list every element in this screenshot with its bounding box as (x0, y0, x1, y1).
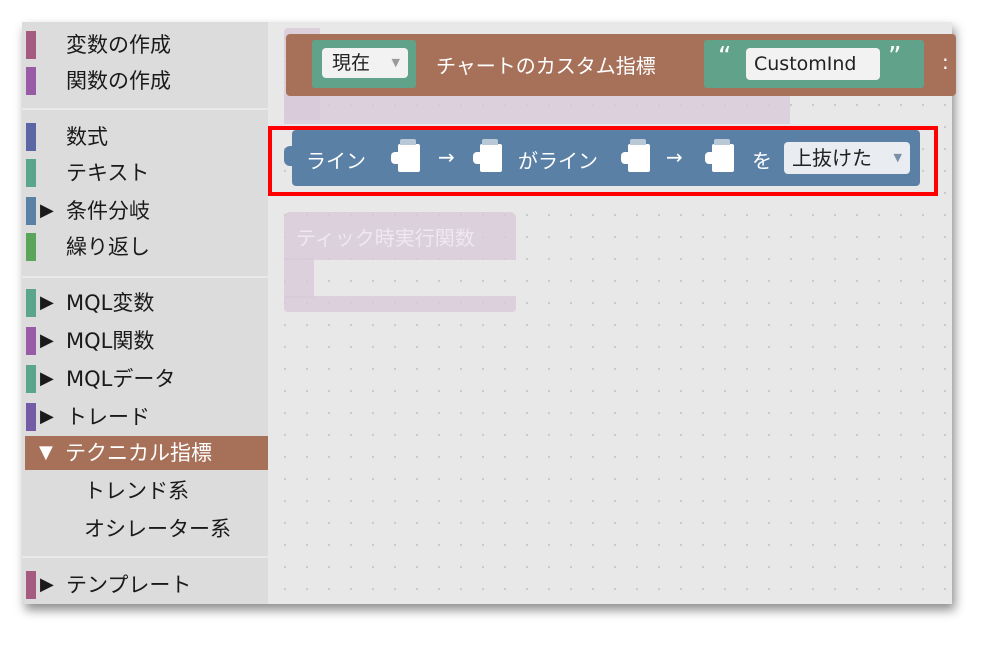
scope-value: 現在 (332, 52, 371, 74)
category-color-bar (26, 289, 36, 317)
toolbox-separator (22, 108, 268, 110)
toolbox-item[interactable]: トレンド系 (22, 474, 268, 508)
toolbox-item[interactable]: ▶ トレード (22, 400, 268, 434)
category-color-bar (26, 365, 36, 393)
indicator-name-value: CustomInd (754, 53, 857, 75)
custom-indicator-label: チャートのカスタム指標 (436, 54, 656, 78)
toolbox-item-label: オシレーター系 (84, 517, 231, 541)
scope-dropdown[interactable]: 現在 ▼ (322, 48, 408, 78)
toolbox-item-label: テキスト (66, 161, 150, 185)
toolbox-item-label: 条件分岐 (66, 199, 150, 223)
toolbox-item-label: MQLデータ (66, 367, 176, 391)
toolbox-item-label: MQL変数 (66, 291, 155, 315)
collapsed-arrow-icon: ▶ (40, 368, 54, 389)
category-color-bar (26, 123, 36, 151)
toolbox-item-label: 数式 (66, 125, 108, 149)
toolbox-item-label: テクニカル指標 (65, 441, 212, 465)
toolbox-item-label: MQL関数 (66, 329, 155, 353)
toolbox-item[interactable]: ▶ MQL関数 (22, 324, 268, 358)
close-quote-icon: ” (888, 42, 902, 72)
collapsed-arrow-icon: ▶ (40, 330, 54, 351)
collapsed-arrow-icon: ▶ (40, 200, 54, 221)
ghost-tick-block-side (284, 258, 314, 298)
toolbox-item-label: テンプレート (66, 573, 192, 597)
toolbox-item-label: トレード (66, 405, 150, 429)
expanded-arrow-icon: ▼ (39, 442, 53, 463)
toolbox-item[interactable]: 関数の作成 (22, 64, 268, 98)
dropdown-arrow-icon: ▼ (391, 56, 400, 69)
toolbox-item-label: 繰り返し (66, 235, 150, 259)
toolbox-item[interactable]: 繰り返し (22, 230, 268, 264)
category-color-bar (26, 31, 36, 59)
ghost-tick-block-footer (284, 296, 516, 312)
toolbox-item[interactable]: ▶ 条件分岐 (22, 194, 268, 228)
collapsed-arrow-icon: ▶ (40, 574, 54, 595)
toolbox-item[interactable]: 数式 (22, 120, 268, 154)
toolbox-item[interactable]: 変数の作成 (22, 28, 268, 62)
ghost-block-bottom (284, 94, 790, 124)
toolbox-item[interactable]: ▶ MQLデータ (22, 362, 268, 396)
category-color-bar (26, 571, 36, 599)
category-color-bar (26, 233, 36, 261)
toolbox-separator (22, 276, 268, 278)
category-color-bar (26, 197, 36, 225)
category-color-bar (26, 67, 36, 95)
toolbox-item[interactable]: オシレーター系 (22, 512, 268, 546)
toolbox-item[interactable]: ▼ テクニカル指標 (25, 436, 268, 470)
indicator-name-field[interactable]: CustomInd (746, 48, 880, 80)
toolbox-separator (22, 556, 268, 558)
toolbox-item[interactable]: ▶ テンプレート (22, 568, 268, 602)
toolbox-item[interactable]: テキスト (22, 156, 268, 190)
category-color-bar (26, 403, 36, 431)
toolbox-item-label: トレンド系 (84, 479, 189, 503)
toolbox-item[interactable]: ▶ MQL変数 (22, 286, 268, 320)
collapsed-arrow-icon: ▶ (40, 406, 54, 427)
open-quote-icon: “ (718, 42, 732, 72)
category-color-bar (26, 159, 36, 187)
toolbox-item-label: 変数の作成 (66, 33, 171, 57)
toolbox: 変数の作成関数の作成数式テキスト ▶ 条件分岐繰り返し ▶ MQL変数 ▶ MQL関数 ▶ MQ… (22, 22, 268, 604)
toolbox-item-label: 関数の作成 (66, 69, 171, 93)
highlight-box (268, 126, 938, 196)
ghost-tick-label: ティック時実行関数 (296, 226, 475, 250)
collapsed-arrow-icon: ▶ (40, 292, 54, 313)
block-tail-colon: : (942, 50, 949, 74)
category-color-bar (26, 327, 36, 355)
